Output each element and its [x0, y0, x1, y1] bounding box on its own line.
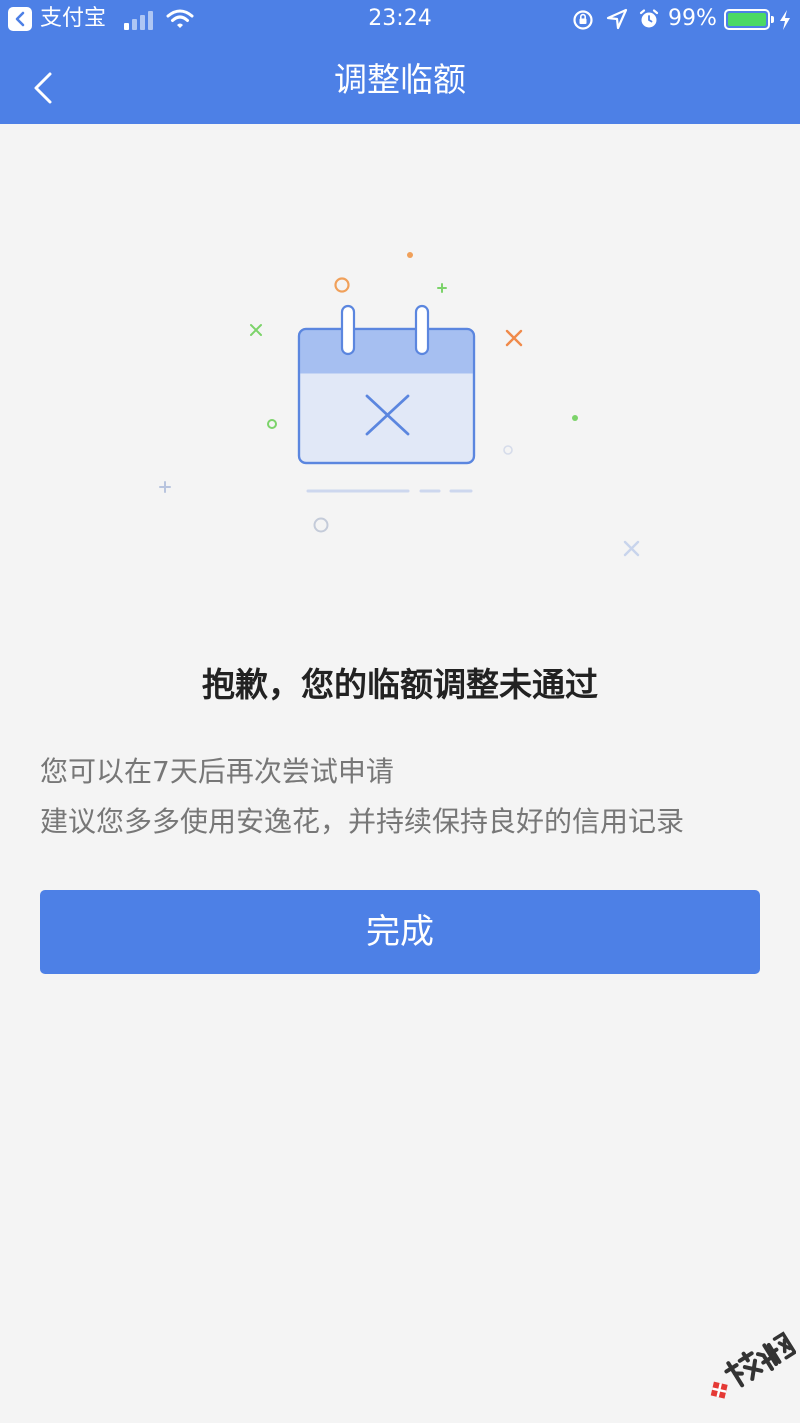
page-title: 调整临额	[334, 60, 466, 99]
navigation-bar: 调整临额	[0, 48, 800, 118]
community-watermark-logo	[710, 1331, 796, 1399]
usage-suggestion: 建议您多多使用安逸花，并持续保持良好的信用记录	[40, 805, 685, 838]
header-bar: 支付宝 23:24 99% 调整临额	[0, 0, 800, 124]
result-headline: 抱歉，您的临额调整未通过	[202, 665, 598, 704]
retry-hint: 您可以在7天后再次尝试申请	[40, 755, 394, 788]
battery-icon	[724, 9, 774, 30]
done-button[interactable]: 完成	[40, 890, 760, 974]
battery-percent: 99%	[668, 6, 717, 31]
charging-bolt-icon	[780, 10, 790, 30]
calendar-rejected-icon	[159, 252, 640, 557]
status-bar: 支付宝 23:24 99%	[0, 0, 800, 40]
location-arrow-icon	[606, 8, 628, 30]
alarm-clock-icon	[639, 9, 659, 28]
rotation-lock-icon	[573, 10, 593, 30]
